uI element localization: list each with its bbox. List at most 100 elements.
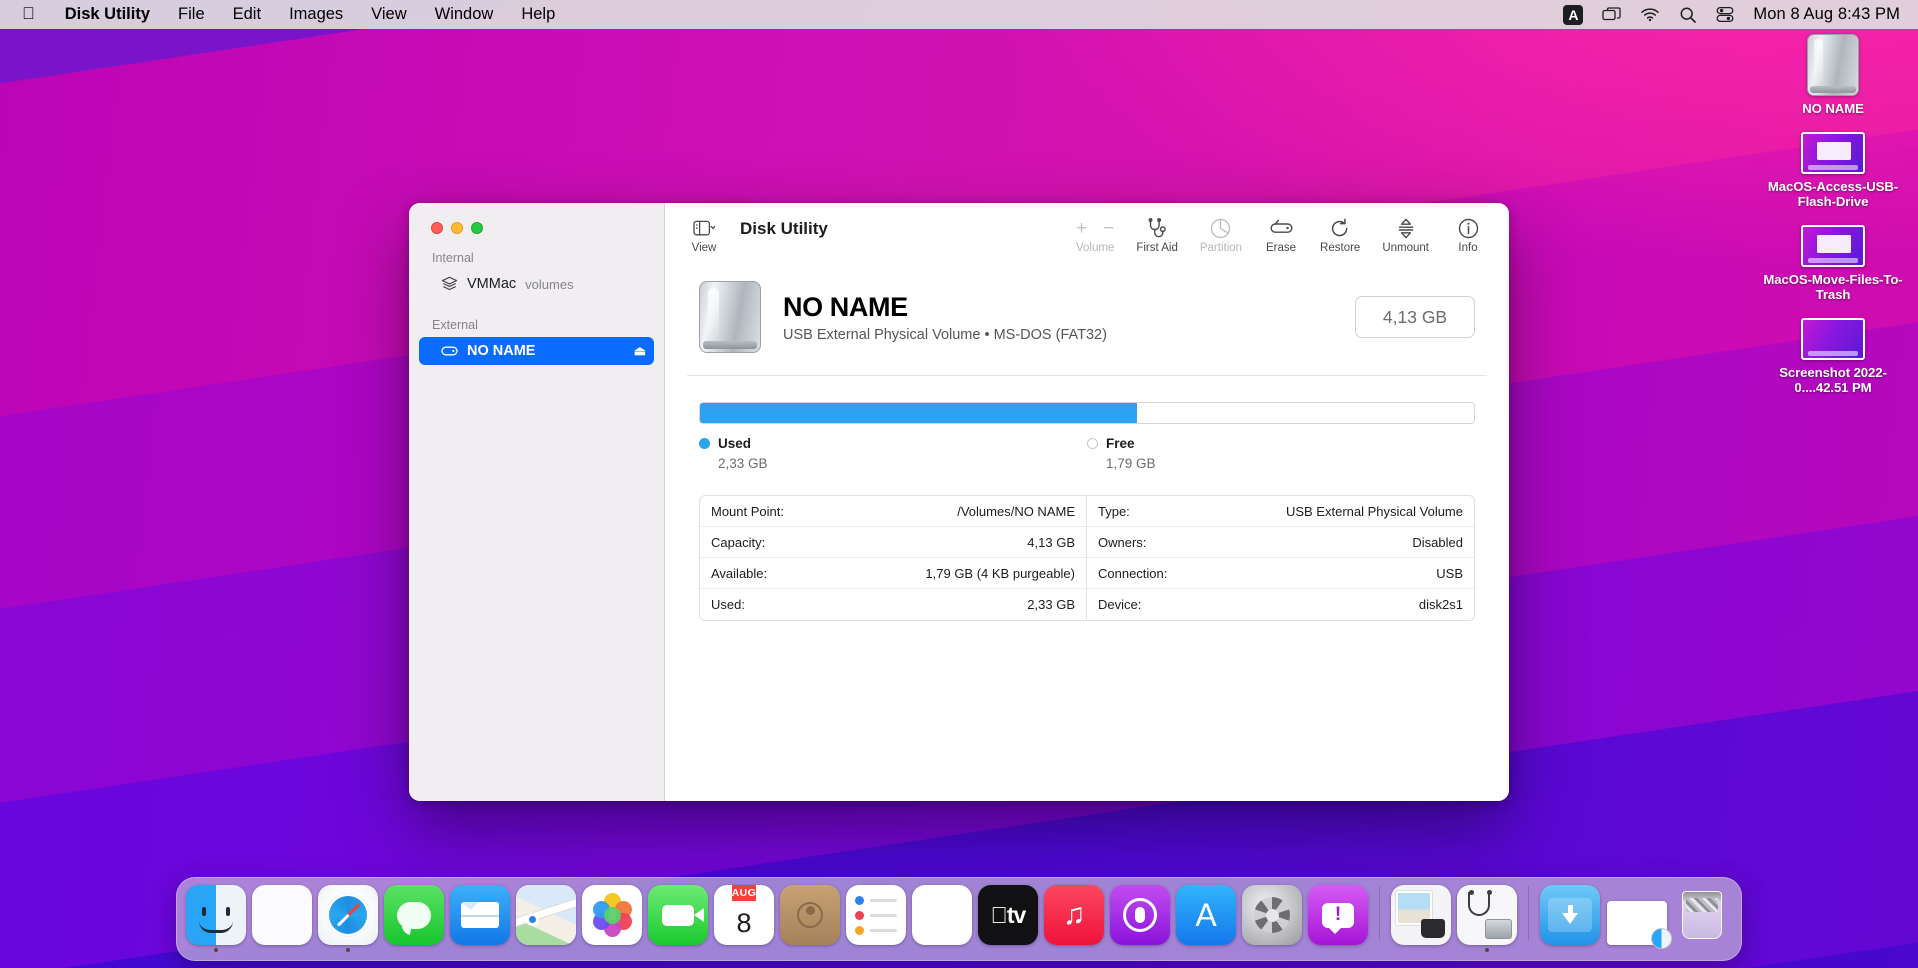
dock-item-system-preferences[interactable] (1241, 885, 1303, 952)
storage-legend: Used 2,33 GB Free 1,79 GB (699, 436, 1475, 471)
running-indicator (1419, 948, 1423, 952)
launchpad-icon (252, 885, 312, 945)
dock-item-apple-tv[interactable]: tv (977, 885, 1039, 952)
dock-item-minimized-window[interactable] (1605, 901, 1672, 952)
trash-icon (1672, 885, 1732, 945)
menu-item-images[interactable]: Images (275, 0, 357, 29)
volume-name: NO NAME (783, 291, 908, 322)
menu-item-help[interactable]: Help (507, 0, 569, 29)
wifi-icon[interactable] (1640, 7, 1660, 22)
running-indicator (280, 948, 284, 952)
info-value: USB (1436, 565, 1463, 581)
dock-item-finder[interactable] (185, 885, 247, 952)
dock-item-app-store[interactable]: A (1175, 885, 1237, 952)
maximize-button[interactable] (471, 222, 483, 234)
close-button[interactable] (431, 222, 443, 234)
calendar-icon: AUG 8 (714, 885, 774, 945)
calendar-month: AUG (731, 885, 757, 901)
dock-item-photos[interactable] (581, 885, 643, 952)
alert-app-icon: ! (1308, 885, 1368, 945)
input-source-icon[interactable]: A (1563, 4, 1584, 25)
dock-item-preview[interactable] (1390, 885, 1452, 952)
dock-item-calendar[interactable]: AUG 8 (713, 885, 775, 952)
add-volume-button[interactable]: + (1076, 219, 1087, 238)
apple-menu-icon[interactable]:  (0, 5, 51, 22)
desktop-icon-no-name[interactable]: NO NAME (1762, 34, 1904, 116)
dock-item-podcasts[interactable] (1109, 885, 1171, 952)
partition-button[interactable]: Partition (1200, 217, 1242, 254)
running-indicator (1485, 948, 1489, 952)
partition-icon (1210, 217, 1231, 239)
menu-item-view[interactable]: View (357, 0, 420, 29)
dock-item-launchpad[interactable] (251, 885, 313, 952)
dock-item-messages[interactable] (383, 885, 445, 952)
sidebar-item-no-name[interactable]: NO NAME ⏏ (419, 337, 654, 365)
dock-item-safari[interactable] (317, 885, 379, 952)
info-value: disk2s1 (1418, 597, 1463, 612)
appstore-icon: A (1176, 885, 1236, 945)
window-title: Disk Utility (740, 219, 828, 238)
info-value: Disabled (1412, 534, 1463, 550)
dock-item-music[interactable]: ♫ (1043, 885, 1105, 952)
running-indicator (478, 948, 482, 952)
erase-button[interactable]: Erase (1264, 217, 1298, 254)
sidebar-group-external: External (432, 318, 478, 332)
minimized-window-icon (1607, 901, 1672, 949)
control-center-icon[interactable] (1716, 6, 1734, 23)
running-indicator (1336, 948, 1340, 952)
eject-icon[interactable]: ⏏ (634, 343, 646, 359)
first-aid-button[interactable]: First Aid (1136, 217, 1178, 254)
volume-info-table: Mount Point: /Volumes/NO NAME Capacity: … (699, 495, 1475, 621)
spotlight-search-icon[interactable] (1679, 6, 1697, 24)
toolbar-actions: + − Volume First Aid Partition Erase Res… (1076, 217, 1491, 254)
unmount-button[interactable]: Unmount (1382, 217, 1429, 254)
menu-bar-clock[interactable]: Mon 8 Aug 8:43 PM (1753, 5, 1900, 24)
notes-icon (912, 885, 972, 945)
info-button[interactable]: Info (1451, 217, 1485, 254)
dock-item-disk-utility[interactable] (1456, 885, 1518, 952)
legend-used-label: Used (718, 436, 752, 451)
dock-item-trash[interactable] (1671, 885, 1733, 952)
dock-item-alert-app[interactable]: ! (1307, 885, 1369, 952)
capacity-badge: 4,13 GB (1355, 296, 1475, 338)
restore-button[interactable]: Restore (1320, 217, 1360, 254)
table-row: Type: USB External Physical Volume (1087, 496, 1474, 527)
dock-item-maps[interactable] (515, 885, 577, 952)
downloads-folder-icon (1540, 885, 1600, 945)
first-aid-label: First Aid (1136, 242, 1178, 254)
legend-used: Used 2,33 GB (699, 436, 1087, 471)
dock-item-mail[interactable] (449, 885, 511, 952)
desktop-icon-macos-move-files-to-trash[interactable]: MacOS-Move-Files-To-Trash (1762, 225, 1904, 302)
desktop-icon-macos-access-usb-flash-drive[interactable]: MacOS-Access-USB-Flash-Drive (1762, 132, 1904, 209)
header-divider (687, 375, 1487, 376)
dock-item-facetime[interactable] (647, 885, 709, 952)
view-sidebar-toggle[interactable]: View (687, 217, 721, 254)
running-indicator (544, 948, 548, 952)
external-hard-drive-icon (699, 281, 761, 353)
screen-mirroring-icon[interactable] (1602, 6, 1622, 23)
info-key: Owners: (1098, 534, 1147, 550)
legend-used-dot-icon (699, 438, 710, 449)
dock-item-notes[interactable] (911, 885, 973, 952)
desktop-icon-label: MacOS-Access-USB-Flash-Drive (1767, 179, 1899, 209)
menu-item-window[interactable]: Window (421, 0, 508, 29)
info-value: USB External Physical Volume (1285, 503, 1463, 519)
running-indicator (1568, 948, 1572, 952)
dock-item-contacts[interactable] (779, 885, 841, 952)
unmount-label: Unmount (1382, 242, 1429, 254)
screenshot-thumbnail-icon (1801, 132, 1865, 174)
minimize-button[interactable] (451, 222, 463, 234)
info-key: Type: (1098, 503, 1130, 519)
restore-icon (1330, 217, 1350, 239)
remove-volume-button[interactable]: − (1103, 219, 1114, 238)
info-icon (1458, 217, 1479, 239)
sidebar-item-vmmac[interactable]: VMMac volumes (419, 270, 654, 298)
running-indicator (1072, 948, 1076, 952)
dock-item-downloads[interactable] (1539, 885, 1601, 952)
menu-item-app[interactable]: Disk Utility (51, 0, 164, 29)
desktop-icon-screenshot[interactable]: Screenshot 2022-0....42.51 PM (1762, 318, 1904, 395)
menu-item-file[interactable]: File (164, 0, 219, 29)
menu-item-edit[interactable]: Edit (219, 0, 275, 29)
dock-separator (1379, 886, 1380, 940)
dock-item-reminders[interactable] (845, 885, 907, 952)
